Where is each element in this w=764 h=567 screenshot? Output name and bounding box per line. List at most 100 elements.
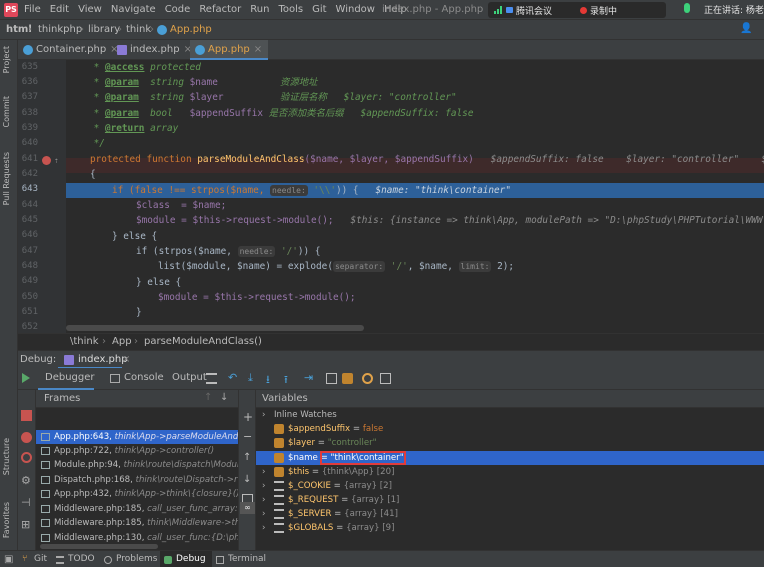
breakpoint-icon[interactable] bbox=[42, 156, 51, 165]
variable-row[interactable]: › $GLOBALS = {array} [9] bbox=[256, 521, 764, 535]
mute-breakpoints-icon[interactable] bbox=[21, 452, 32, 463]
frame-row[interactable]: App.php:722, think\App->controller() bbox=[36, 444, 238, 458]
stop-icon[interactable] bbox=[21, 410, 32, 421]
evaluate-icon[interactable] bbox=[326, 373, 337, 384]
tab-console[interactable]: Console bbox=[124, 372, 164, 383]
step-over-icon[interactable]: ⤓ bbox=[248, 371, 259, 384]
phpstorm-window: PS File Edit View Navigate Code Refactor… bbox=[0, 0, 764, 567]
arrow-up-icon[interactable]: ↑ bbox=[243, 452, 251, 463]
frame-row[interactable]: App.php:432, think\App->think\{closure}(… bbox=[36, 487, 238, 501]
infinity-icon[interactable]: ∞ bbox=[240, 502, 255, 514]
variable-row[interactable]: $appendSuffix = false bbox=[256, 422, 764, 436]
menu-icon[interactable] bbox=[206, 373, 217, 384]
user-icon[interactable]: 👤 bbox=[740, 23, 752, 34]
array-icon bbox=[274, 495, 284, 505]
code-editor[interactable]: 635 636 637 638 639 640 641 642 643 644 … bbox=[18, 60, 764, 333]
layout-icon[interactable]: ⊞ bbox=[21, 518, 30, 531]
menu-tools[interactable]: Tools bbox=[278, 4, 303, 15]
tab-output[interactable]: Output bbox=[172, 372, 207, 383]
menu-navigate[interactable]: Navigate bbox=[111, 4, 156, 15]
code-line: $module = $this->request->module(); $thi… bbox=[136, 215, 764, 226]
frames-scrollbar[interactable] bbox=[40, 544, 158, 549]
frame-row[interactable]: Dispatch.php:168, think\route\Dispatch->… bbox=[36, 473, 238, 487]
menu-file[interactable]: File bbox=[24, 4, 41, 15]
variable-row[interactable]: › $this = {think\App} [20] bbox=[256, 465, 764, 479]
view-breakpoints-icon[interactable] bbox=[21, 432, 32, 443]
menu-run[interactable]: Run bbox=[250, 4, 269, 15]
crumb-class[interactable]: App bbox=[112, 336, 132, 347]
watch-icon bbox=[274, 453, 284, 463]
code-line: * @access protected bbox=[88, 62, 201, 73]
frame-row[interactable]: Middleware.php:185, think\Middleware->th… bbox=[36, 516, 238, 530]
variable-row[interactable]: › $_COOKIE = {array} [2] bbox=[256, 479, 764, 493]
add-watch-icon[interactable]: + bbox=[243, 410, 253, 424]
menu-view[interactable]: View bbox=[78, 4, 102, 15]
arrow-up-icon[interactable]: ↑ bbox=[204, 392, 212, 403]
terminal-tool-button[interactable]: Terminal bbox=[228, 554, 266, 564]
menu-refactor[interactable]: Refactor bbox=[199, 4, 241, 15]
show-execution-point-icon[interactable]: ↶ bbox=[228, 371, 239, 384]
commit-tool-tab[interactable]: Commit bbox=[2, 96, 16, 127]
variable-row[interactable]: › Inline Watches bbox=[256, 408, 764, 422]
chevron-right-icon[interactable]: › bbox=[262, 465, 265, 479]
meeting-app-name[interactable]: 腾讯会议 bbox=[516, 4, 552, 17]
chevron-right-icon[interactable]: › bbox=[262, 408, 265, 422]
run-to-cursor-icon[interactable]: ⇥ bbox=[304, 371, 315, 384]
nav-crumb-library[interactable]: library bbox=[88, 24, 120, 35]
chevron-right-icon[interactable]: › bbox=[262, 521, 265, 535]
menu-code[interactable]: Code bbox=[165, 4, 191, 15]
git-tool-button[interactable]: Git bbox=[34, 554, 47, 564]
project-tool-tab[interactable]: Project bbox=[2, 46, 16, 73]
resume-icon[interactable] bbox=[22, 373, 30, 383]
variable-row[interactable]: $layer = "controller" bbox=[256, 436, 764, 450]
problems-tool-button[interactable]: Problems bbox=[116, 554, 157, 564]
debug-tool-button[interactable]: Debug bbox=[176, 554, 206, 564]
tab-container-php[interactable]: Container.php × bbox=[18, 40, 125, 60]
editor-breadcrumb: \think › App › parseModuleAndClass() bbox=[18, 333, 764, 350]
watches-toggle-icon[interactable] bbox=[342, 373, 353, 384]
variable-row[interactable]: › $_SERVER = {array} [41] bbox=[256, 507, 764, 521]
minus-icon[interactable]: − bbox=[243, 430, 252, 443]
recording-status[interactable]: 录制中 bbox=[590, 4, 617, 17]
tool-windows-icon[interactable]: ▣ bbox=[4, 554, 13, 565]
favorites-tool-tab[interactable]: Favorites bbox=[2, 502, 16, 538]
frame-row[interactable]: Middleware.php:185, call_user_func_array… bbox=[36, 502, 238, 516]
arrow-down-icon[interactable]: ↓ bbox=[243, 474, 251, 485]
settings-icon[interactable] bbox=[380, 373, 391, 384]
chevron-right-icon[interactable]: › bbox=[262, 507, 265, 521]
horizontal-scrollbar[interactable] bbox=[66, 325, 364, 331]
nav-crumb-think[interactable]: think bbox=[126, 24, 151, 35]
step-out-icon[interactable]: ⭱ bbox=[284, 371, 295, 386]
step-into-icon[interactable]: ⭳ bbox=[266, 371, 277, 386]
chevron-right-icon[interactable]: › bbox=[262, 479, 265, 493]
pull-requests-tool-tab[interactable]: Pull Requests bbox=[2, 152, 16, 205]
structure-tool-tab[interactable]: Structure bbox=[2, 438, 16, 475]
tab-debugger[interactable]: Debugger bbox=[45, 372, 95, 383]
frame-row[interactable]: Module.php:94, think\route\dispatch\Modu… bbox=[36, 458, 238, 472]
menu-git[interactable]: Git bbox=[312, 4, 326, 15]
menu-window[interactable]: Window bbox=[336, 4, 375, 15]
variable-row[interactable]: › $_REQUEST = {array} [1] bbox=[256, 493, 764, 507]
nav-crumb-thinkphp[interactable]: thinkphp bbox=[38, 24, 82, 35]
line-number: 651 bbox=[21, 307, 38, 317]
debug-session-tab[interactable]: index.php bbox=[78, 354, 128, 365]
close-icon[interactable]: × bbox=[122, 354, 130, 365]
line-number: 643 bbox=[21, 184, 38, 194]
close-icon[interactable]: × bbox=[254, 44, 262, 55]
frame-row[interactable]: Middleware.php:130, call_user_func:{D:\p… bbox=[36, 531, 238, 545]
crumb-method[interactable]: parseModuleAndClass() bbox=[144, 336, 262, 347]
arrow-down-icon[interactable]: ↓ bbox=[220, 392, 228, 403]
breakpoints-icon[interactable] bbox=[362, 373, 373, 384]
chevron-right-icon[interactable]: › bbox=[262, 493, 265, 507]
todo-tool-button[interactable]: TODO bbox=[68, 554, 95, 564]
override-icon[interactable]: ⇡ bbox=[54, 156, 62, 165]
tab-app-php[interactable]: App.php × bbox=[190, 40, 269, 60]
crumb-namespace[interactable]: \think bbox=[70, 336, 99, 347]
frame-row[interactable]: App.php:643, think\App->parseModuleAndCl bbox=[36, 430, 238, 444]
menu-edit[interactable]: Edit bbox=[50, 4, 69, 15]
settings-icon[interactable]: ⚙ bbox=[21, 474, 31, 487]
pin-icon[interactable]: ⊣ bbox=[21, 496, 31, 509]
code-line: { bbox=[90, 169, 96, 180]
tab-index-php[interactable]: index.php × bbox=[112, 40, 198, 60]
nav-crumb-app-php[interactable]: App.php bbox=[170, 24, 212, 35]
